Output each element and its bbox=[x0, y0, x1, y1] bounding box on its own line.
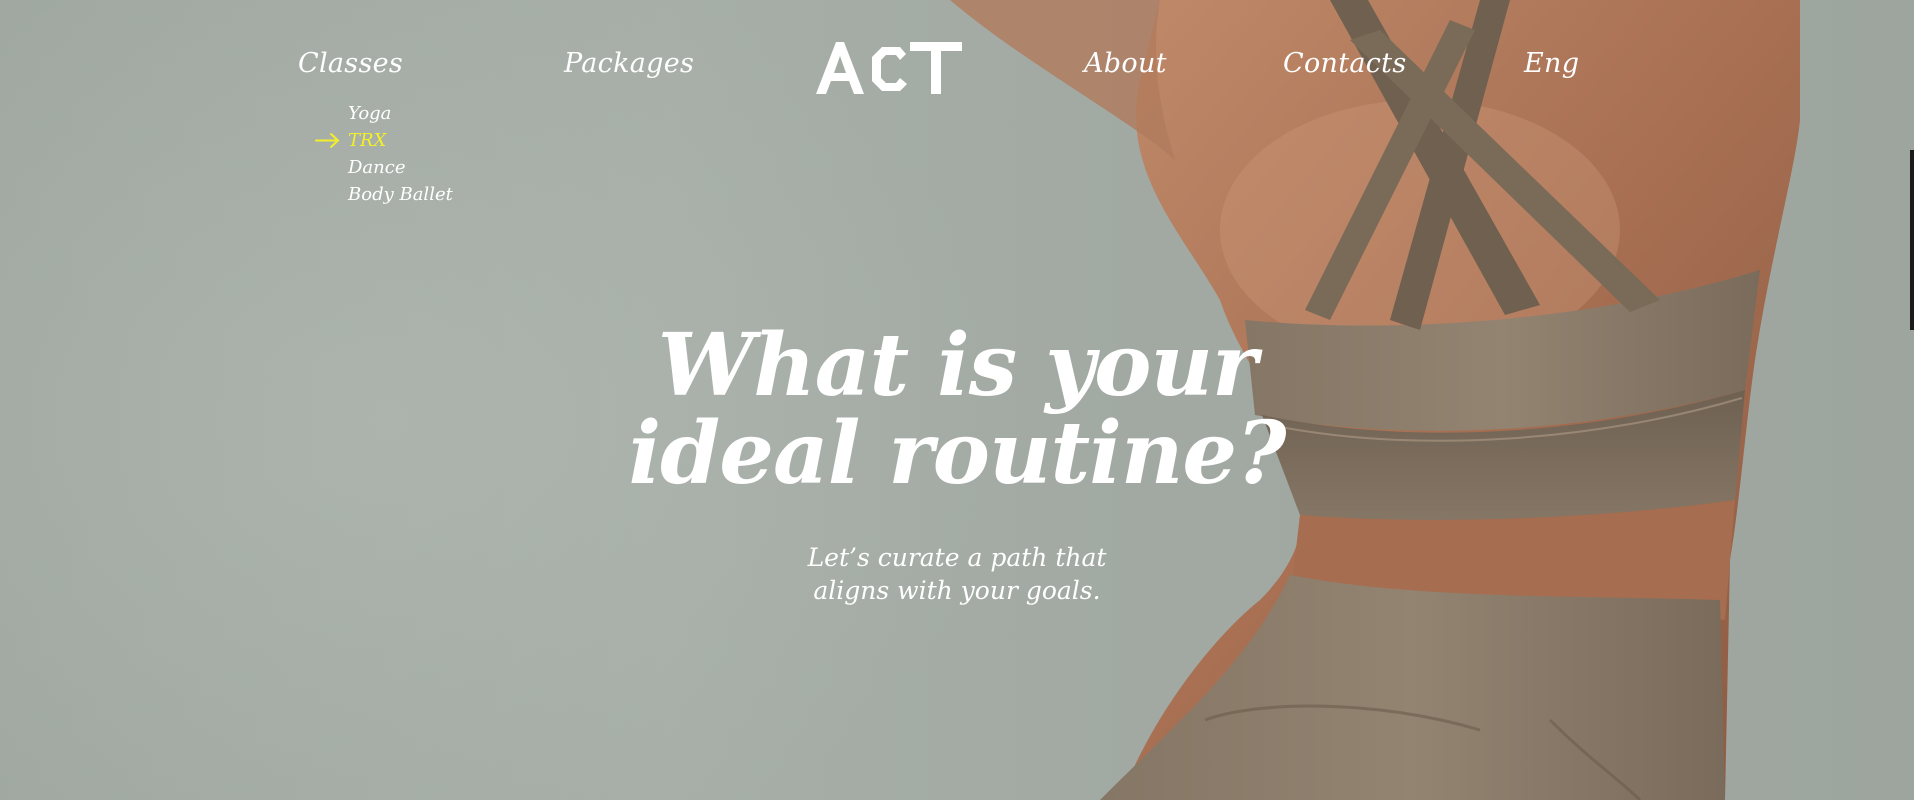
submenu-item-label: Dance bbox=[348, 157, 406, 178]
submenu-item-label: Yoga bbox=[348, 103, 392, 124]
submenu-item-yoga[interactable]: Yoga bbox=[314, 100, 453, 127]
brand-logo[interactable] bbox=[814, 40, 964, 96]
hero-subheading: Let’s curate a path that aligns with you… bbox=[707, 541, 1207, 607]
submenu-item-trx[interactable]: TRX bbox=[314, 127, 453, 154]
submenu-item-dance[interactable]: Dance bbox=[314, 154, 453, 181]
language-switcher[interactable]: Eng bbox=[1524, 48, 1579, 79]
scrollbar-edge bbox=[1910, 150, 1914, 330]
submenu-item-label: Body Ballet bbox=[348, 184, 453, 205]
act-logo-icon bbox=[816, 42, 962, 94]
hero-headline-line-1: What is your bbox=[657, 315, 1258, 416]
nav-about[interactable]: About bbox=[1084, 48, 1167, 79]
hero-headline-line-2: ideal routine? bbox=[628, 403, 1286, 504]
classes-submenu: Yoga TRX Dance Body Ballet bbox=[314, 100, 453, 208]
hero-headline: What is your ideal routine? bbox=[557, 322, 1357, 498]
nav-classes[interactable]: Classes bbox=[298, 48, 403, 79]
submenu-item-label: TRX bbox=[348, 130, 387, 151]
arrow-right-icon bbox=[315, 133, 340, 148]
hero-subheading-line-2: aligns with your goals. bbox=[813, 576, 1101, 605]
nav-packages[interactable]: Packages bbox=[564, 48, 694, 79]
nav-contacts[interactable]: Contacts bbox=[1283, 48, 1406, 79]
submenu-item-body-ballet[interactable]: Body Ballet bbox=[314, 181, 453, 208]
hero-subheading-line-1: Let’s curate a path that bbox=[807, 543, 1107, 572]
